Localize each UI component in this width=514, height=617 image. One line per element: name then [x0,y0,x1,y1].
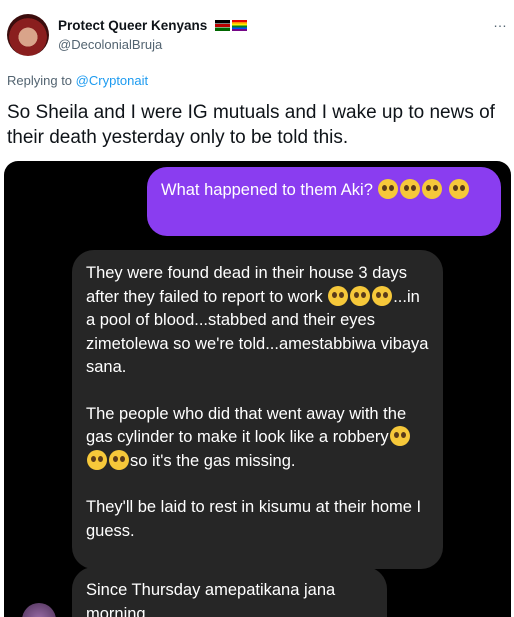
incoming-message: They were found dead in their house 3 da… [72,250,443,569]
incoming-message-2: Since Thursday amepatikana jana morning [72,567,387,617]
name-flags [215,20,248,31]
pleading-face-icon [350,285,371,306]
incoming-text: The people who did that went away with t… [86,404,407,447]
outgoing-message-text: What happened to them Aki? [161,181,373,199]
loudly-crying-face-icon [400,179,421,199]
incoming-text: They'll be laid to rest in kisumu at the… [86,498,422,540]
sender-avatar [22,603,56,617]
incoming-paragraph: They were found dead in their house 3 da… [86,262,429,380]
rainbow-flag-icon [232,20,248,31]
tweet-text: So Sheila and I were IG mutuals and I wa… [7,102,495,148]
replying-to: Replying to @Cryptonait [7,73,148,88]
loudly-crying-face-icon [449,179,470,199]
pleading-face-icon [328,285,349,306]
outgoing-message: What happened to them Aki? [147,167,501,236]
pleading-face-icon [372,285,393,306]
pleading-face-icon [87,449,107,470]
user-handle[interactable]: @DecolonialBruja [58,37,162,52]
incoming-paragraph: They'll be laid to rest in kisumu at the… [86,496,429,543]
replying-to-label: Replying to [7,73,73,88]
kenya-flag-icon [215,20,231,31]
loudly-crying-face-icon [422,179,443,199]
display-name[interactable]: Protect Queer Kenyans [58,18,248,33]
more-options-icon[interactable]: … [493,14,508,30]
profile-avatar[interactable] [7,14,49,56]
pleading-face-icon [109,449,129,470]
replying-to-link[interactable]: @Cryptonait [76,73,148,88]
pleading-face-icon [389,426,410,446]
loudly-crying-face-icon [378,179,399,199]
incoming-paragraph: The people who did that went away with t… [86,403,429,474]
display-name-text: Protect Queer Kenyans [58,18,208,33]
tweet-image[interactable]: What happened to them Aki? They were fou… [4,161,511,617]
incoming-text: so it's the gas missing. [130,451,296,470]
incoming-text: Since Thursday amepatikana jana morning [86,581,336,617]
